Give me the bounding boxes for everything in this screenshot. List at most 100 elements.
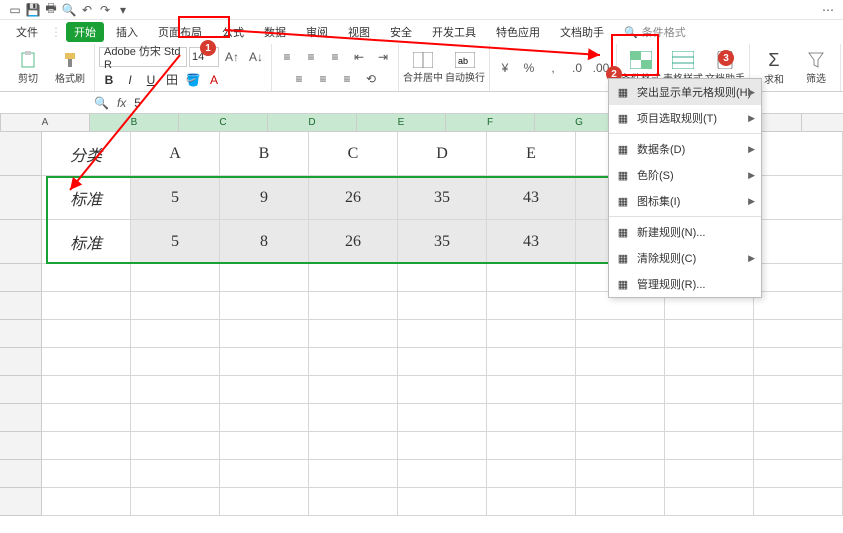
menu-item[interactable]: ▦项目选取规则(T)▶ bbox=[609, 105, 761, 131]
row-header[interactable] bbox=[0, 176, 42, 220]
cell[interactable] bbox=[220, 320, 309, 348]
row-header[interactable] bbox=[0, 460, 42, 488]
cell[interactable] bbox=[487, 292, 576, 320]
orientation-button[interactable]: ⟲ bbox=[360, 69, 382, 89]
row-header[interactable] bbox=[0, 488, 42, 516]
cell[interactable] bbox=[309, 292, 398, 320]
tab-page-layout[interactable]: 页面布局 bbox=[150, 22, 210, 42]
merge-center-button[interactable]: 合并居中 bbox=[403, 46, 443, 90]
align-center-button[interactable]: ≡ bbox=[312, 69, 334, 89]
menu-item[interactable]: ▦清除规则(C)▶ bbox=[609, 245, 761, 271]
file-menu[interactable]: 文件 bbox=[8, 22, 46, 42]
cell[interactable] bbox=[131, 488, 220, 516]
filter-button[interactable]: 筛选 bbox=[796, 46, 836, 90]
cell[interactable] bbox=[220, 404, 309, 432]
tab-security[interactable]: 安全 bbox=[382, 22, 420, 42]
chevron-down-icon[interactable]: ▾ bbox=[116, 3, 130, 17]
tab-insert[interactable]: 插入 bbox=[108, 22, 146, 42]
col-header[interactable]: J bbox=[802, 114, 843, 131]
cell[interactable] bbox=[487, 348, 576, 376]
cell[interactable] bbox=[487, 432, 576, 460]
cell[interactable] bbox=[131, 376, 220, 404]
cell[interactable] bbox=[576, 376, 665, 404]
cell[interactable] bbox=[754, 432, 843, 460]
cell[interactable] bbox=[309, 488, 398, 516]
row-header[interactable] bbox=[0, 404, 42, 432]
col-header[interactable]: D bbox=[268, 114, 357, 131]
cell[interactable] bbox=[754, 404, 843, 432]
cell[interactable] bbox=[220, 460, 309, 488]
increase-decimal-button[interactable]: .0 bbox=[566, 58, 588, 78]
cell[interactable] bbox=[754, 460, 843, 488]
menu-item[interactable]: ▦新建规则(N)... bbox=[609, 219, 761, 245]
cell[interactable] bbox=[665, 460, 754, 488]
cell[interactable] bbox=[754, 376, 843, 404]
tab-special[interactable]: 特色应用 bbox=[488, 22, 548, 42]
cell[interactable]: B bbox=[220, 132, 309, 176]
print-icon[interactable]: 🖶 bbox=[44, 3, 58, 17]
font-name-select[interactable]: Adobe 仿宋 Std R bbox=[99, 47, 187, 67]
indent-increase-button[interactable]: ⇥ bbox=[372, 47, 394, 67]
cell[interactable] bbox=[754, 488, 843, 516]
fill-color-button[interactable]: 🪣 bbox=[183, 71, 203, 89]
cell[interactable] bbox=[398, 292, 487, 320]
cell[interactable] bbox=[309, 264, 398, 292]
font-color-button[interactable]: A bbox=[204, 71, 224, 89]
cell[interactable] bbox=[398, 460, 487, 488]
increase-font-button[interactable]: A↑ bbox=[221, 47, 243, 67]
row-header[interactable] bbox=[0, 432, 42, 460]
font-size-select[interactable]: 14 bbox=[189, 47, 219, 67]
cell[interactable] bbox=[42, 264, 131, 292]
cell[interactable] bbox=[220, 264, 309, 292]
cell[interactable] bbox=[754, 292, 843, 320]
cell[interactable] bbox=[754, 132, 843, 176]
cell[interactable] bbox=[576, 460, 665, 488]
cell[interactable]: C bbox=[309, 132, 398, 176]
cell[interactable] bbox=[42, 488, 131, 516]
cell[interactable] bbox=[131, 432, 220, 460]
align-bottom-button[interactable]: ≡ bbox=[324, 47, 346, 67]
cell[interactable] bbox=[754, 176, 843, 220]
cell[interactable] bbox=[42, 320, 131, 348]
col-header[interactable]: C bbox=[179, 114, 268, 131]
cell[interactable] bbox=[665, 376, 754, 404]
align-middle-button[interactable]: ≡ bbox=[300, 47, 322, 67]
cell[interactable] bbox=[398, 404, 487, 432]
percent-button[interactable]: % bbox=[518, 58, 540, 78]
decrease-decimal-button[interactable]: .00 bbox=[590, 58, 612, 78]
cell[interactable] bbox=[220, 292, 309, 320]
file-new-icon[interactable]: ▭ bbox=[8, 3, 22, 17]
cell[interactable]: 35 bbox=[398, 220, 487, 264]
cell[interactable] bbox=[42, 460, 131, 488]
cell[interactable] bbox=[42, 348, 131, 376]
cell[interactable] bbox=[42, 404, 131, 432]
cell[interactable] bbox=[42, 292, 131, 320]
preview-icon[interactable]: 🔍 bbox=[62, 3, 76, 17]
currency-button[interactable]: ¥ bbox=[494, 58, 516, 78]
cell[interactable] bbox=[487, 264, 576, 292]
cell[interactable] bbox=[220, 348, 309, 376]
cell[interactable] bbox=[576, 348, 665, 376]
col-header[interactable]: B bbox=[90, 114, 179, 131]
tab-developer[interactable]: 开发工具 bbox=[424, 22, 484, 42]
cell[interactable] bbox=[42, 432, 131, 460]
row-header[interactable] bbox=[0, 220, 42, 264]
row-header[interactable] bbox=[0, 132, 42, 176]
cell[interactable] bbox=[398, 376, 487, 404]
cell[interactable] bbox=[131, 348, 220, 376]
cell[interactable]: 9 bbox=[220, 176, 309, 220]
italic-button[interactable]: I bbox=[120, 71, 140, 89]
cell[interactable] bbox=[487, 376, 576, 404]
cell[interactable] bbox=[398, 488, 487, 516]
cell[interactable] bbox=[309, 404, 398, 432]
cell[interactable] bbox=[665, 488, 754, 516]
cell[interactable] bbox=[398, 348, 487, 376]
tab-doc-helper[interactable]: 文档助手 bbox=[552, 22, 612, 42]
cell[interactable]: 26 bbox=[309, 176, 398, 220]
cell[interactable] bbox=[220, 432, 309, 460]
row-header[interactable] bbox=[0, 348, 42, 376]
cell[interactable] bbox=[398, 432, 487, 460]
cell[interactable]: E bbox=[487, 132, 576, 176]
cell[interactable] bbox=[220, 376, 309, 404]
cell[interactable]: 5 bbox=[131, 220, 220, 264]
